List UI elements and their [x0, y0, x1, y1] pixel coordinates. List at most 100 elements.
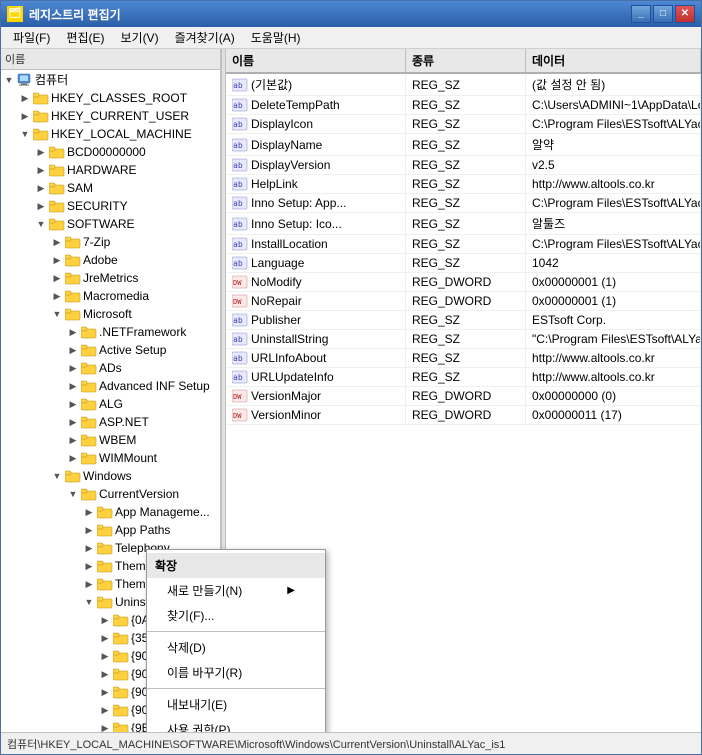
- registry-row[interactable]: ab DisplayIconREG_SZC:\Program Files\EST…: [226, 115, 701, 134]
- tree-expander[interactable]: ▼: [65, 486, 81, 502]
- registry-row[interactable]: DW VersionMinorREG_DWORD0x00000011 (17): [226, 406, 701, 425]
- tree-item-app_management[interactable]: ▶ App Manageme...: [1, 503, 220, 521]
- tree-item-advanced_inf[interactable]: ▶ Advanced INF Setup: [1, 377, 220, 395]
- tree-expander[interactable]: ▶: [49, 234, 65, 250]
- menu-help[interactable]: 도움말(H): [243, 27, 309, 48]
- registry-row[interactable]: ab InstallLocationREG_SZC:\Program Files…: [226, 235, 701, 254]
- tree-item-software[interactable]: ▼ SOFTWARE: [1, 215, 220, 233]
- tree-expander[interactable]: ▶: [33, 162, 49, 178]
- tree-item-classes_root[interactable]: ▶ HKEY_CLASSES_ROOT: [1, 89, 220, 107]
- tree-expander[interactable]: ▶: [81, 576, 97, 592]
- tree-expander[interactable]: ▶: [65, 378, 81, 394]
- tree-expander[interactable]: ▶: [65, 450, 81, 466]
- tree-item-aspnet[interactable]: ▶ ASP.NET: [1, 413, 220, 431]
- registry-row[interactable]: DW VersionMajorREG_DWORD0x00000000 (0): [226, 387, 701, 406]
- tree-expander[interactable]: ▶: [49, 252, 65, 268]
- reg-name-text: DisplayIcon: [251, 117, 313, 131]
- registry-row[interactable]: ab Inno Setup: Ico...REG_SZ알툴즈: [226, 213, 701, 235]
- registry-row[interactable]: ab UninstallStringREG_SZ"C:\Program File…: [226, 330, 701, 349]
- tree-item-bcd[interactable]: ▶ BCD00000000: [1, 143, 220, 161]
- context-menu-item-4[interactable]: 내보내기(E): [147, 692, 325, 717]
- tree-expander[interactable]: ▼: [33, 216, 49, 232]
- menu-view[interactable]: 보기(V): [112, 27, 166, 48]
- tree-expander[interactable]: ▶: [17, 90, 33, 106]
- tree-expander[interactable]: ▶: [33, 180, 49, 196]
- tree-expander[interactable]: ▼: [1, 72, 17, 88]
- tree-item-currentversion[interactable]: ▼ CurrentVersion: [1, 485, 220, 503]
- registry-row[interactable]: ab LanguageREG_SZ1042: [226, 254, 701, 273]
- tree-expander[interactable]: ▶: [97, 666, 113, 682]
- tree-item-app_paths[interactable]: ▶ App Paths: [1, 521, 220, 539]
- registry-row[interactable]: ab HelpLinkREG_SZhttp://www.altools.co.k…: [226, 175, 701, 194]
- registry-row[interactable]: ab PublisherREG_SZESTsoft Corp.: [226, 311, 701, 330]
- tree-expander[interactable]: ▶: [81, 504, 97, 520]
- registry-row[interactable]: ab URLInfoAboutREG_SZhttp://www.altools.…: [226, 349, 701, 368]
- tree-item-sam[interactable]: ▶ SAM: [1, 179, 220, 197]
- menu-file[interactable]: 파일(F): [5, 27, 58, 48]
- registry-row[interactable]: ab Inno Setup: App...REG_SZC:\Program Fi…: [226, 194, 701, 213]
- context-menu-item-1[interactable]: 찾기(F)...: [147, 603, 325, 628]
- tree-item-alg[interactable]: ▶ ALG: [1, 395, 220, 413]
- context-menu-item-0[interactable]: 새로 만들기(N)▶: [147, 578, 325, 603]
- tree-expander[interactable]: ▶: [65, 324, 81, 340]
- minimize-button[interactable]: _: [631, 5, 651, 23]
- tree-expander[interactable]: ▶: [65, 432, 81, 448]
- tree-item-ads[interactable]: ▶ ADs: [1, 359, 220, 377]
- tree-expander[interactable]: ▶: [17, 108, 33, 124]
- registry-row[interactable]: ab DisplayVersionREG_SZv2.5: [226, 156, 701, 175]
- reg-sz-icon: ab: [232, 138, 248, 152]
- tree-expander[interactable]: ▶: [97, 630, 113, 646]
- tree-expander[interactable]: ▶: [33, 198, 49, 214]
- folder-icon: [113, 667, 129, 681]
- tree-expander[interactable]: ▶: [97, 720, 113, 732]
- tree-expander[interactable]: ▶: [49, 288, 65, 304]
- tree-item-computer[interactable]: ▼ 컴퓨터: [1, 70, 220, 89]
- tree-expander[interactable]: ▶: [65, 360, 81, 376]
- close-button[interactable]: ✕: [675, 5, 695, 23]
- tree-expander[interactable]: ▼: [49, 468, 65, 484]
- tree-item-netframework[interactable]: ▶ .NETFramework: [1, 323, 220, 341]
- tree-expander[interactable]: ▶: [97, 612, 113, 628]
- tree-item-microsoft[interactable]: ▼ Microsoft: [1, 305, 220, 323]
- tree-expander[interactable]: ▶: [97, 648, 113, 664]
- context-menu-item-2[interactable]: 삭제(D): [147, 635, 325, 660]
- tree-expander[interactable]: ▼: [17, 126, 33, 142]
- tree-item-security[interactable]: ▶ SECURITY: [1, 197, 220, 215]
- maximize-button[interactable]: □: [653, 5, 673, 23]
- context-menu-item-3[interactable]: 이름 바꾸기(R): [147, 660, 325, 685]
- tree-expander[interactable]: ▶: [81, 558, 97, 574]
- registry-row[interactable]: ab (기본값)REG_SZ(값 설정 안 됨): [226, 74, 701, 96]
- registry-row[interactable]: ab URLUpdateInfoREG_SZhttp://www.altools…: [226, 368, 701, 387]
- tree-expander[interactable]: ▶: [81, 540, 97, 556]
- tree-expander[interactable]: ▶: [81, 522, 97, 538]
- menu-favorites[interactable]: 즐겨찾기(A): [167, 27, 243, 48]
- registry-row[interactable]: DW NoModifyREG_DWORD0x00000001 (1): [226, 273, 701, 292]
- registry-header: 이름 종류 데이터: [226, 49, 701, 74]
- tree-expander[interactable]: ▶: [49, 270, 65, 286]
- tree-item-current_user[interactable]: ▶ HKEY_CURRENT_USER: [1, 107, 220, 125]
- tree-expander[interactable]: ▶: [33, 144, 49, 160]
- tree-item-7zip[interactable]: ▶ 7-Zip: [1, 233, 220, 251]
- menu-edit[interactable]: 편집(E): [58, 27, 112, 48]
- tree-item-wimmount[interactable]: ▶ WIMMount: [1, 449, 220, 467]
- tree-expander[interactable]: ▼: [81, 594, 97, 610]
- folder-icon: [97, 577, 113, 591]
- tree-item-macromedia[interactable]: ▶ Macromedia: [1, 287, 220, 305]
- tree-expander[interactable]: ▶: [97, 684, 113, 700]
- tree-item-active_setup[interactable]: ▶ Active Setup: [1, 341, 220, 359]
- tree-expander[interactable]: ▶: [65, 396, 81, 412]
- tree-item-wbem[interactable]: ▶ WBEM: [1, 431, 220, 449]
- context-menu-item-5[interactable]: 사용 권한(P)...: [147, 717, 325, 732]
- tree-item-hardware[interactable]: ▶ HARDWARE: [1, 161, 220, 179]
- registry-row[interactable]: ab DeleteTempPathREG_SZC:\Users\ADMINI~1…: [226, 96, 701, 115]
- tree-expander[interactable]: ▶: [65, 414, 81, 430]
- tree-item-local_machine[interactable]: ▼ HKEY_LOCAL_MACHINE: [1, 125, 220, 143]
- tree-item-adobe[interactable]: ▶ Adobe: [1, 251, 220, 269]
- registry-row[interactable]: ab DisplayNameREG_SZ알약: [226, 134, 701, 156]
- tree-expander[interactable]: ▶: [97, 702, 113, 718]
- tree-expander[interactable]: ▶: [65, 342, 81, 358]
- tree-item-windows[interactable]: ▼ Windows: [1, 467, 220, 485]
- tree-expander[interactable]: ▼: [49, 306, 65, 322]
- tree-item-jremetrics[interactable]: ▶ JreMetrics: [1, 269, 220, 287]
- registry-row[interactable]: DW NoRepairREG_DWORD0x00000001 (1): [226, 292, 701, 311]
